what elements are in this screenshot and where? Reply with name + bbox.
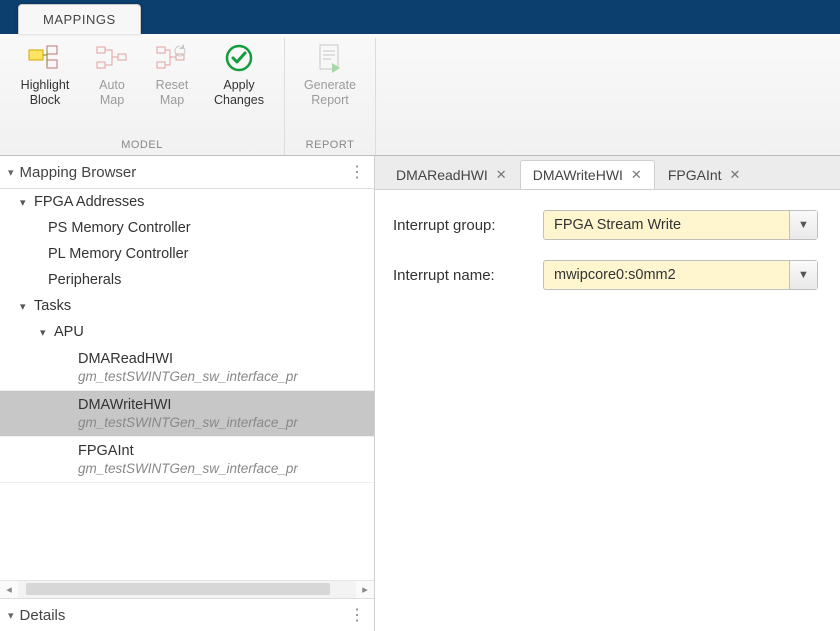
expand-icon: ▾ [20, 196, 34, 209]
task-row-dmareadhwi[interactable]: DMAReadHWI gm_testSWINTGen_sw_interface_… [0, 345, 374, 391]
task-row-fpgaint[interactable]: FPGAInt gm_testSWINTGen_sw_interface_pr [0, 437, 374, 483]
task-name: FPGAInt [78, 443, 134, 459]
button-label-line1: Apply [223, 78, 254, 93]
tree-label: PS Memory Controller [48, 220, 191, 236]
app-header-strip: MAPPINGS [0, 0, 840, 34]
interrupt-name-label: Interrupt name: [393, 267, 543, 284]
ribbon: Highlight Block Auto Map [0, 34, 840, 156]
mapping-browser-header[interactable]: ▾ Mapping Browser ⋮ [0, 156, 374, 189]
panel-title: Details [20, 607, 66, 624]
ribbon-group-report: Generate Report REPORT [285, 38, 376, 155]
tree-node-pl-memory[interactable]: PL Memory Controller [0, 241, 374, 267]
tab-label: DMAReadHWI [396, 167, 488, 183]
reset-map-icon [154, 42, 190, 74]
mapping-tree: ▾ FPGA Addresses PS Memory Controller PL… [0, 189, 374, 580]
tab-fpgaint[interactable]: FPGAInt ✕ [655, 160, 754, 189]
close-icon[interactable]: ✕ [631, 167, 642, 183]
button-label-line1: Auto [99, 78, 125, 93]
highlight-block-button[interactable]: Highlight Block [8, 38, 82, 108]
task-row-dmawritehwi[interactable]: DMAWriteHWI gm_testSWINTGen_sw_interface… [0, 391, 374, 437]
tree-node-peripherals[interactable]: Peripherals [0, 267, 374, 293]
ribbon-tab-mappings[interactable]: MAPPINGS [18, 4, 141, 34]
ribbon-group-model: Highlight Block Auto Map [0, 38, 285, 155]
tree-label: Peripherals [48, 272, 121, 288]
panel-title: Mapping Browser [20, 164, 137, 181]
scroll-left-icon[interactable]: ◂ [0, 583, 18, 596]
collapse-icon: ▾ [8, 166, 14, 179]
task-subtitle: gm_testSWINTGen_sw_interface_pr [78, 415, 298, 430]
tree-label: FPGA Addresses [34, 194, 144, 210]
panel-menu-icon[interactable]: ⋮ [349, 605, 366, 625]
expand-icon: ▾ [20, 300, 34, 313]
button-label-line2: Report [311, 93, 349, 108]
task-subtitle: gm_testSWINTGen_sw_interface_pr [78, 461, 298, 476]
chevron-down-icon: ▼ [789, 261, 817, 289]
ribbon-group-label: REPORT [306, 139, 355, 151]
details-header[interactable]: ▾ Details ⋮ [0, 598, 374, 631]
tree-node-fpga-addresses[interactable]: ▾ FPGA Addresses [0, 189, 374, 215]
button-label-line1: Highlight [21, 78, 70, 93]
main-area: ▾ Mapping Browser ⋮ ▾ FPGA Addresses PS … [0, 156, 840, 631]
close-icon[interactable]: ✕ [496, 167, 507, 183]
tab-label: FPGAInt [668, 167, 722, 183]
apply-changes-icon [221, 42, 257, 74]
button-label-line2: Changes [214, 93, 264, 108]
tab-dmareadhwi[interactable]: DMAReadHWI ✕ [383, 160, 520, 189]
expand-icon: ▾ [40, 326, 54, 339]
select-value: mwipcore0:s0mm2 [544, 267, 789, 283]
scroll-right-icon[interactable]: ▸ [356, 583, 374, 596]
right-pane: DMAReadHWI ✕ DMAWriteHWI ✕ FPGAInt ✕ Int… [375, 156, 840, 631]
interrupt-name-select[interactable]: mwipcore0:s0mm2 ▼ [543, 260, 818, 290]
tab-dmawritehwi[interactable]: DMAWriteHWI ✕ [520, 160, 655, 189]
collapse-icon: ▾ [8, 609, 14, 622]
auto-map-icon [94, 42, 130, 74]
horizontal-scrollbar[interactable]: ◂ ▸ [0, 580, 374, 598]
interrupt-name-row: Interrupt name: mwipcore0:s0mm2 ▼ [393, 260, 822, 290]
left-pane: ▾ Mapping Browser ⋮ ▾ FPGA Addresses PS … [0, 156, 375, 631]
chevron-down-icon: ▼ [789, 211, 817, 239]
interrupt-form: Interrupt group: FPGA Stream Write ▼ Int… [375, 190, 840, 330]
interrupt-group-select[interactable]: FPGA Stream Write ▼ [543, 210, 818, 240]
tree-label: Tasks [34, 298, 71, 314]
close-icon[interactable]: ✕ [730, 167, 741, 183]
tree-node-apu[interactable]: ▾ APU [0, 319, 374, 345]
ribbon-tab-label: MAPPINGS [43, 12, 116, 27]
task-name: DMAWriteHWI [78, 397, 171, 413]
scroll-track[interactable] [18, 581, 356, 598]
document-tabstrip: DMAReadHWI ✕ DMAWriteHWI ✕ FPGAInt ✕ [375, 156, 840, 190]
apply-changes-button[interactable]: Apply Changes [202, 38, 276, 108]
button-label-line2: Block [30, 93, 61, 108]
scroll-thumb[interactable] [26, 583, 330, 595]
tab-label: DMAWriteHWI [533, 167, 623, 183]
reset-map-button[interactable]: Reset Map [142, 38, 202, 108]
panel-menu-icon[interactable]: ⋮ [349, 162, 366, 182]
button-label-line2: Map [160, 93, 184, 108]
interrupt-group-row: Interrupt group: FPGA Stream Write ▼ [393, 210, 822, 240]
tree-node-ps-memory[interactable]: PS Memory Controller [0, 215, 374, 241]
button-label-line2: Map [100, 93, 124, 108]
select-value: FPGA Stream Write [544, 217, 789, 233]
task-name: DMAReadHWI [78, 351, 173, 367]
generate-report-icon [312, 42, 348, 74]
tree-label: PL Memory Controller [48, 246, 188, 262]
generate-report-button[interactable]: Generate Report [293, 38, 367, 108]
tree-node-tasks[interactable]: ▾ Tasks [0, 293, 374, 319]
button-label-line1: Reset [156, 78, 189, 93]
button-label-line1: Generate [304, 78, 356, 93]
interrupt-group-label: Interrupt group: [393, 217, 543, 234]
auto-map-button[interactable]: Auto Map [82, 38, 142, 108]
task-subtitle: gm_testSWINTGen_sw_interface_pr [78, 369, 298, 384]
tree-label: APU [54, 324, 84, 340]
highlight-block-icon [27, 42, 63, 74]
ribbon-group-label: MODEL [121, 139, 163, 151]
